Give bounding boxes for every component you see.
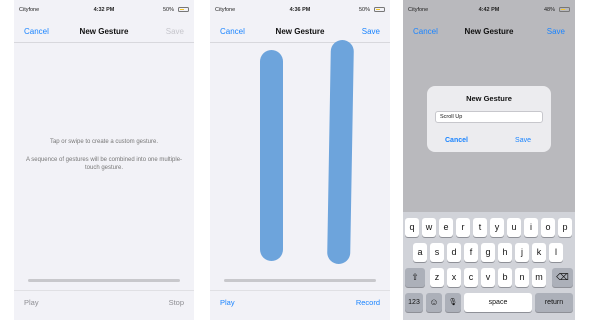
divider: [210, 290, 390, 291]
delete-key[interactable]: ⌫: [552, 268, 573, 287]
divider: [14, 290, 194, 291]
battery-icon: [559, 7, 570, 12]
navigation-bar: Cancel New Gesture Save: [403, 23, 575, 41]
key-k[interactable]: k: [532, 243, 546, 262]
instruction-subtext: A sequence of gestures will be combined …: [25, 157, 183, 171]
divider: [14, 42, 194, 43]
key-h[interactable]: h: [498, 243, 512, 262]
microphone-icon[interactable]: 🎙: [445, 293, 461, 312]
navigation-bar: Cancel New Gesture Save: [14, 23, 194, 41]
dialog-title: New Gesture: [466, 94, 512, 103]
key-z[interactable]: z: [430, 268, 444, 287]
screen-empty-gesture: Cityfone 4:32 PM 50% Cancel New Gesture …: [14, 0, 194, 320]
space-key[interactable]: space: [464, 293, 532, 312]
key-w[interactable]: w: [422, 218, 436, 237]
key-m[interactable]: m: [532, 268, 546, 287]
emoji-icon[interactable]: ☺: [426, 293, 442, 312]
status-bar: Cityfone 4:36 PM 50%: [210, 6, 390, 16]
keyboard: q w e r t y u i o p a s d f g h j k l ⇧ …: [403, 212, 575, 320]
gesture-stroke-left: [260, 50, 283, 261]
playback-progress-bar[interactable]: [224, 279, 376, 282]
play-button[interactable]: Play: [24, 298, 39, 307]
key-q[interactable]: q: [405, 218, 419, 237]
key-o[interactable]: o: [541, 218, 555, 237]
screen-name-gesture: Cityfone 4:42 PM 48% Cancel New Gesture …: [403, 0, 575, 320]
numbers-key[interactable]: 123: [405, 293, 423, 312]
battery-percent: 50%: [358, 7, 370, 13]
key-j[interactable]: j: [515, 243, 529, 262]
key-a[interactable]: a: [413, 243, 427, 262]
key-d[interactable]: d: [447, 243, 461, 262]
save-button[interactable]: Save: [166, 27, 184, 36]
record-button[interactable]: Record: [356, 298, 380, 307]
gesture-name-input[interactable]: Scroll Up: [435, 111, 543, 123]
key-f[interactable]: f: [464, 243, 478, 262]
screen-recorded-gesture: Cityfone 4:36 PM 50% Cancel New Gesture …: [210, 0, 390, 320]
playback-progress-bar[interactable]: [28, 279, 180, 282]
key-l[interactable]: l: [549, 243, 563, 262]
dialog-save-button[interactable]: Save: [515, 137, 531, 144]
key-e[interactable]: e: [439, 218, 453, 237]
save-button[interactable]: Save: [362, 27, 380, 36]
return-key[interactable]: return: [535, 293, 573, 312]
navigation-bar: Cancel New Gesture Save: [210, 23, 390, 41]
gesture-stroke-right: [327, 39, 354, 265]
key-p[interactable]: p: [558, 218, 572, 237]
key-g[interactable]: g: [481, 243, 495, 262]
key-v[interactable]: v: [481, 268, 495, 287]
dialog-cancel-button[interactable]: Cancel: [445, 137, 468, 144]
battery-percent: 48%: [543, 7, 555, 13]
status-bar: Cityfone 4:42 PM 48%: [403, 6, 575, 16]
key-r[interactable]: r: [456, 218, 470, 237]
save-button[interactable]: Save: [547, 27, 565, 36]
key-x[interactable]: x: [447, 268, 461, 287]
divider: [210, 42, 390, 43]
key-u[interactable]: u: [507, 218, 521, 237]
play-button[interactable]: Play: [220, 298, 235, 307]
instruction-text: Tap or swipe to create a custom gesture.: [49, 139, 159, 145]
key-c[interactable]: c: [464, 268, 478, 287]
key-t[interactable]: t: [473, 218, 487, 237]
name-gesture-dialog: New Gesture Scroll Up Cancel Save: [427, 86, 551, 152]
battery-percent: 50%: [162, 7, 174, 13]
key-i[interactable]: i: [524, 218, 538, 237]
stop-button[interactable]: Stop: [169, 298, 184, 307]
battery-icon: [374, 7, 385, 12]
status-bar: Cityfone 4:32 PM 50%: [14, 6, 194, 16]
battery-icon: [178, 7, 189, 12]
key-n[interactable]: n: [515, 268, 529, 287]
key-s[interactable]: s: [430, 243, 444, 262]
key-b[interactable]: b: [498, 268, 512, 287]
shift-key[interactable]: ⇧: [405, 268, 425, 287]
key-y[interactable]: y: [490, 218, 504, 237]
